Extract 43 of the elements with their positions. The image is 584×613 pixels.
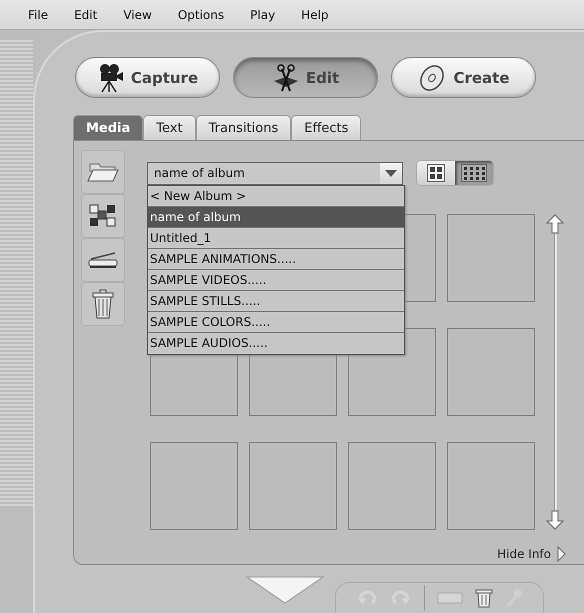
expand-triangle-icon[interactable] bbox=[245, 575, 325, 605]
dropdown-option[interactable]: Untitled_1 bbox=[148, 228, 404, 248]
thumbnail-slot[interactable] bbox=[447, 442, 535, 530]
trash-icon[interactable] bbox=[475, 588, 493, 608]
small-grid-icon bbox=[461, 164, 487, 182]
mode-button[interactable]: Edit bbox=[233, 57, 378, 98]
triangle-icon bbox=[557, 546, 566, 562]
thumbnail-slot[interactable] bbox=[447, 214, 535, 302]
hide-info-button[interactable]: Hide Info bbox=[497, 546, 566, 562]
folder-icon[interactable] bbox=[81, 150, 125, 194]
scroll-down-icon[interactable] bbox=[546, 510, 564, 530]
mode-button[interactable]: Capture bbox=[75, 57, 220, 98]
menu-item[interactable]: View bbox=[123, 8, 152, 22]
menu-item[interactable]: Play bbox=[250, 8, 276, 22]
menu-item[interactable]: Options bbox=[178, 8, 224, 22]
small-thumbnails-button[interactable] bbox=[455, 161, 493, 185]
menu-item[interactable]: Help bbox=[301, 8, 329, 22]
thumbnail-slot[interactable] bbox=[447, 328, 535, 416]
tab[interactable]: Effects bbox=[291, 115, 362, 140]
trash-icon[interactable] bbox=[81, 282, 125, 326]
scanner-icon[interactable] bbox=[81, 238, 125, 282]
thumbnail-slot[interactable] bbox=[249, 442, 337, 530]
large-thumbnails-button[interactable] bbox=[417, 161, 455, 185]
tab[interactable]: Media bbox=[73, 115, 144, 140]
dropdown-option[interactable]: SAMPLE ANIMATIONS..... bbox=[148, 248, 404, 270]
dropdown-option[interactable]: name of album bbox=[148, 206, 404, 228]
thumbnail-slot[interactable] bbox=[348, 442, 436, 530]
dropdown-option[interactable]: SAMPLE AUDIOS..... bbox=[148, 332, 404, 354]
scroll-up-icon[interactable] bbox=[546, 214, 564, 234]
mode-button[interactable]: Create bbox=[391, 57, 536, 98]
menu-item[interactable]: Edit bbox=[74, 8, 98, 22]
thumbnail-slot[interactable] bbox=[150, 442, 238, 530]
tab[interactable]: Transitions bbox=[196, 115, 292, 140]
dropdown-value: name of album bbox=[154, 166, 245, 180]
dropdown-option[interactable]: SAMPLE VIDEOS..... bbox=[148, 270, 404, 290]
film-strip-icon[interactable] bbox=[437, 592, 463, 604]
tab[interactable]: Text bbox=[143, 115, 196, 140]
menu-item[interactable]: File bbox=[28, 8, 48, 22]
scissors-icon bbox=[272, 62, 300, 92]
sort-icon[interactable] bbox=[81, 194, 125, 238]
dropdown-option[interactable]: SAMPLE STILLS..... bbox=[148, 290, 404, 312]
large-grid-icon bbox=[427, 164, 445, 182]
dropdown-option[interactable]: SAMPLE COLORS..... bbox=[148, 312, 404, 332]
